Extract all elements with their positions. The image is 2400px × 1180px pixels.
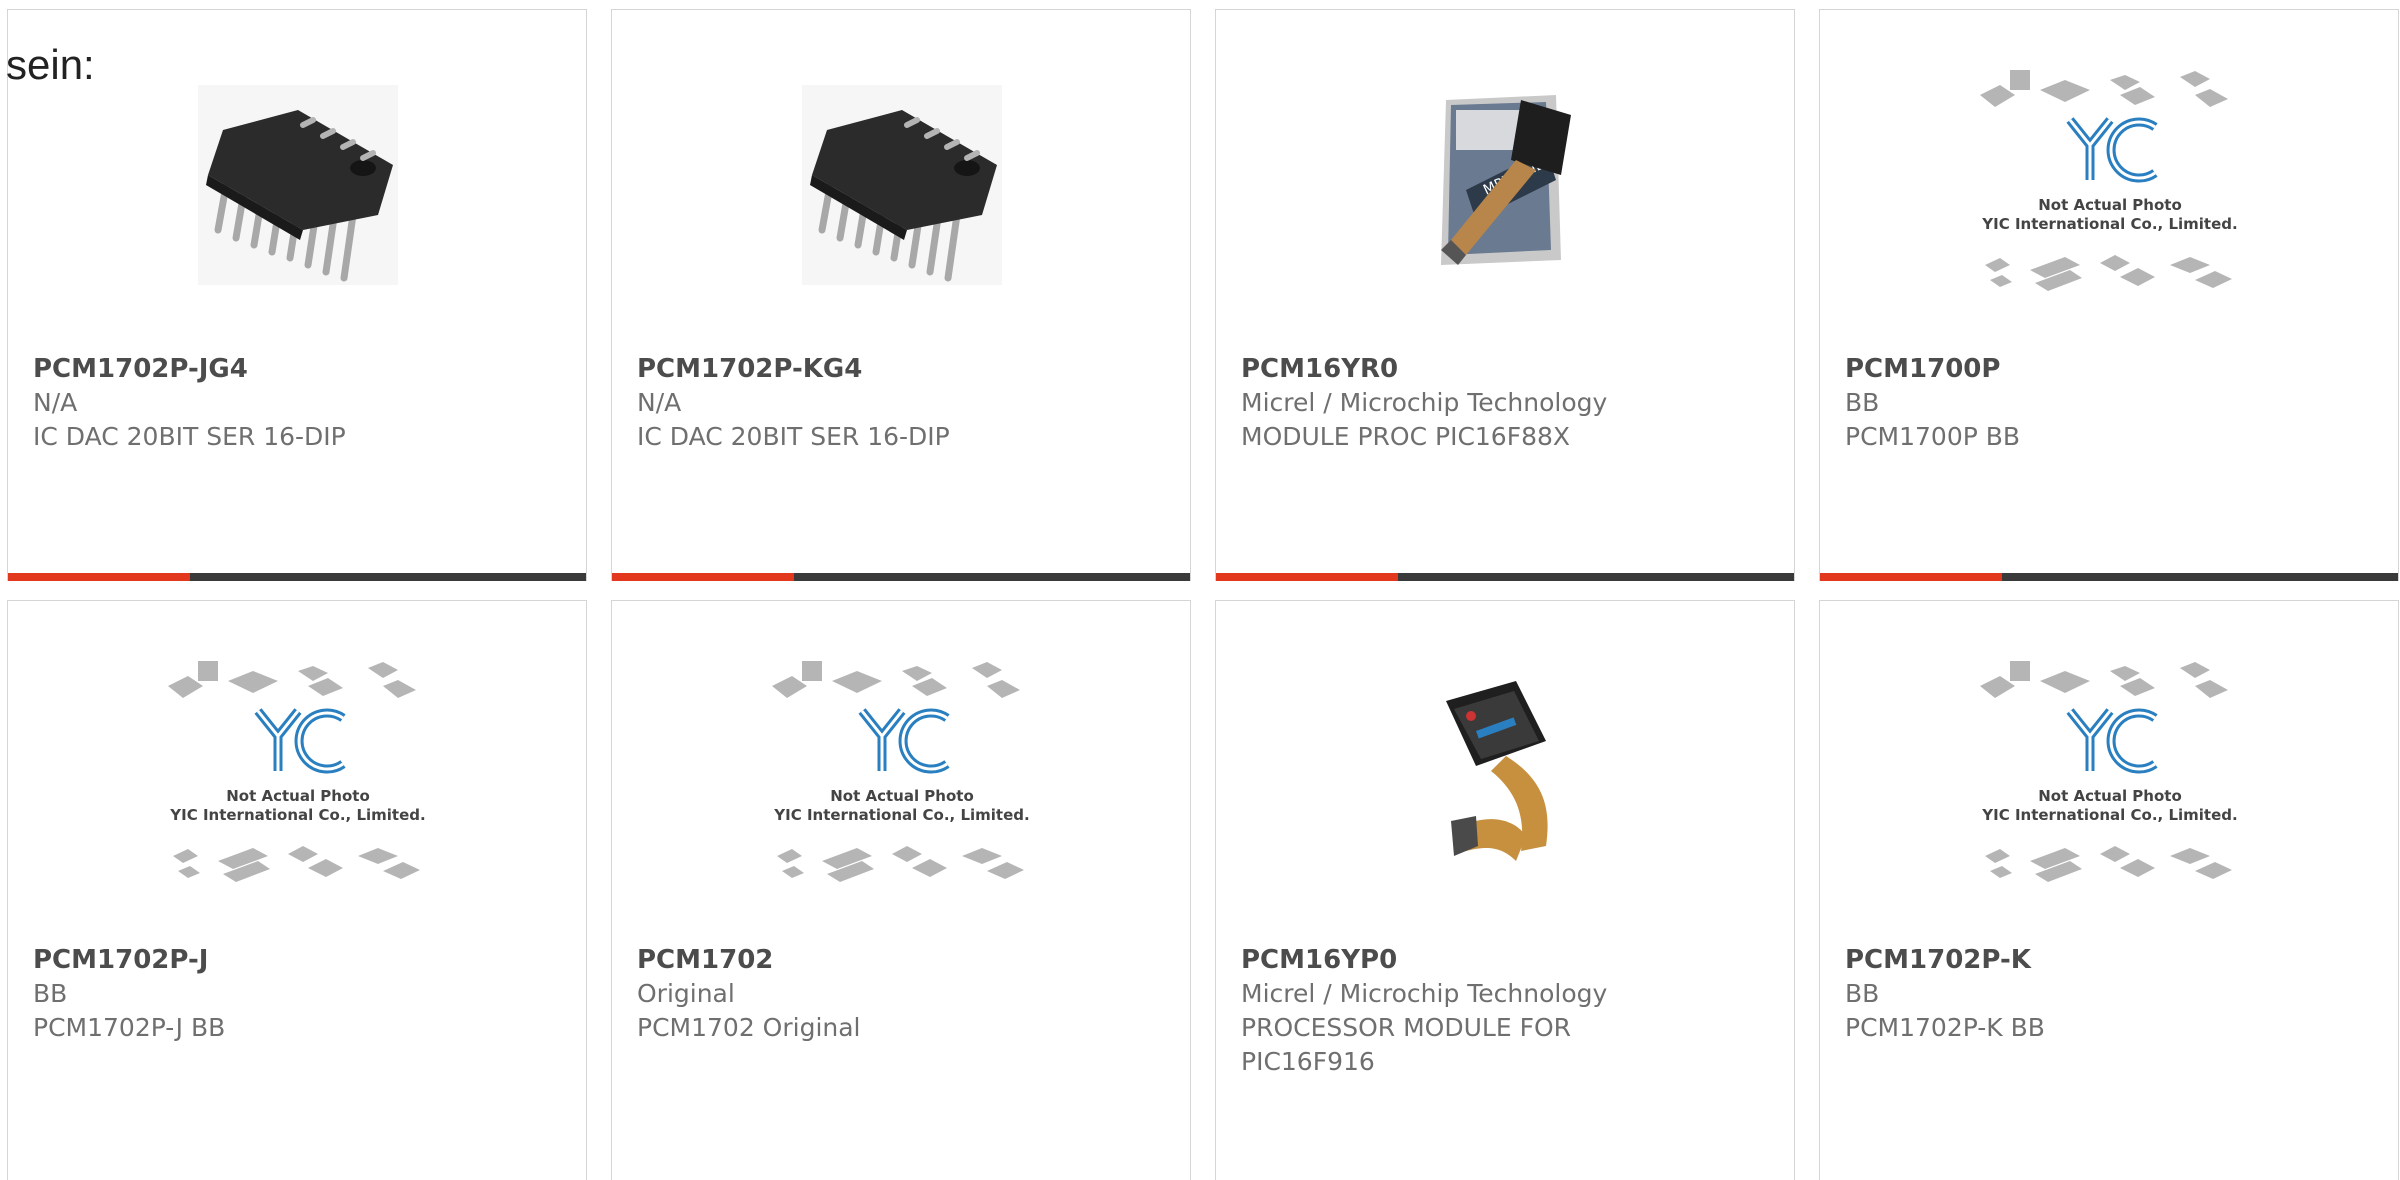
not-actual-photo-placeholder-icon: Not Actual Photo YIC International Co., … bbox=[1980, 70, 2238, 291]
product-info: PCM16YR0 Micrel / Microchip Technology M… bbox=[1241, 352, 1774, 454]
description: IC DAC 20BIT SER 16-DIP bbox=[637, 422, 950, 451]
manufacturer: Micrel / Microchip Technology bbox=[1241, 979, 1608, 1008]
product-image[interactable]: Not Actual Photo YIC International Co., … bbox=[1960, 661, 2260, 891]
svg-text:Not Actual Photo: Not Actual Photo bbox=[830, 787, 974, 805]
product-info: PCM16YP0 Micrel / Microchip Technology P… bbox=[1241, 943, 1774, 1079]
product-image[interactable]: Not Actual Photo YIC International Co., … bbox=[148, 661, 448, 891]
not-actual-photo-placeholder-icon: Not Actual Photo YIC International Co., … bbox=[772, 661, 1030, 882]
card-bar-accent bbox=[612, 573, 794, 581]
product-image[interactable]: MPLAB IDE bbox=[1356, 70, 1656, 300]
manufacturer: BB bbox=[33, 979, 68, 1008]
processor-module-icon bbox=[1446, 681, 1548, 861]
svg-text:YIC International Co., Limited: YIC International Co., Limited. bbox=[1981, 806, 2237, 824]
description: MODULE PROC PIC16F88X bbox=[1241, 422, 1571, 451]
manufacturer: Micrel / Microchip Technology bbox=[1241, 388, 1608, 417]
manufacturer: N/A bbox=[637, 388, 682, 417]
description: IC DAC 20BIT SER 16-DIP bbox=[33, 422, 346, 451]
product-image[interactable] bbox=[148, 70, 448, 300]
product-image[interactable]: Not Actual Photo YIC International Co., … bbox=[1960, 70, 2260, 300]
svg-text:YIC International Co., Limited: YIC International Co., Limited. bbox=[169, 806, 425, 824]
part-number[interactable]: PCM1702P-K bbox=[1845, 943, 2378, 977]
product-info: PCM1702P-K BB PCM1702P-K BB bbox=[1845, 943, 2378, 1045]
svg-text:YIC International Co., Limited: YIC International Co., Limited. bbox=[1981, 215, 2237, 233]
description: PCM1702P-K BB bbox=[1845, 1013, 2045, 1042]
description: PCM1702P-J BB bbox=[33, 1013, 226, 1042]
svg-text:Not Actual Photo: Not Actual Photo bbox=[2038, 787, 2182, 805]
part-number[interactable]: PCM1702P-JG4 bbox=[33, 352, 566, 386]
product-info: PCM1702P-KG4 N/A IC DAC 20BIT SER 16-DIP bbox=[637, 352, 1170, 454]
manufacturer: BB bbox=[1845, 979, 1880, 1008]
description: PCM1702 Original bbox=[637, 1013, 861, 1042]
part-number[interactable]: PCM16YP0 bbox=[1241, 943, 1774, 977]
product-info: PCM1702 Original PCM1702 Original bbox=[637, 943, 1170, 1045]
card-bar-accent bbox=[1216, 573, 1398, 581]
product-card[interactable]: PCM1702P-JG4 N/A IC DAC 20BIT SER 16-DIP bbox=[7, 9, 587, 581]
product-grid: PCM1702P-JG4 N/A IC DAC 20BIT SER 16-DIP bbox=[0, 0, 2400, 1180]
product-card[interactable]: PCM16YP0 Micrel / Microchip Technology P… bbox=[1215, 600, 1795, 1180]
manufacturer: BB bbox=[1845, 388, 1880, 417]
part-number[interactable]: PCM1702 bbox=[637, 943, 1170, 977]
product-card[interactable]: MPLAB IDE PCM16YR0 Micrel / Microchip Te… bbox=[1215, 9, 1795, 581]
card-bar-accent bbox=[8, 573, 190, 581]
product-info: PCM1702P-J BB PCM1702P-J BB bbox=[33, 943, 566, 1045]
product-image[interactable] bbox=[1356, 661, 1656, 891]
card-bottom-bar bbox=[8, 573, 586, 581]
part-number[interactable]: PCM1702P-KG4 bbox=[637, 352, 1170, 386]
card-bottom-bar bbox=[1216, 573, 1794, 581]
svg-text:YIC International Co., Limited: YIC International Co., Limited. bbox=[773, 806, 1029, 824]
card-bar-accent bbox=[1820, 573, 2002, 581]
dip-chip-icon bbox=[198, 85, 398, 285]
not-actual-photo-placeholder-icon: Not Actual Photo YIC International Co., … bbox=[168, 661, 426, 882]
product-image[interactable] bbox=[752, 70, 1052, 300]
intro-text: sein: bbox=[6, 41, 95, 88]
description: PROCESSOR MODULE FOR PIC16F916 bbox=[1241, 1013, 1572, 1076]
dip-chip-icon bbox=[802, 85, 1002, 285]
not-actual-photo-placeholder-icon: Not Actual Photo YIC International Co., … bbox=[1980, 661, 2238, 882]
product-card[interactable]: Not Actual Photo YIC International Co., … bbox=[1819, 9, 2399, 581]
svg-text:Not Actual Photo: Not Actual Photo bbox=[2038, 196, 2182, 214]
part-number[interactable]: PCM1702P-J bbox=[33, 943, 566, 977]
product-card[interactable]: PCM1702P-KG4 N/A IC DAC 20BIT SER 16-DIP bbox=[611, 9, 1191, 581]
product-card[interactable]: Not Actual Photo YIC International Co., … bbox=[7, 600, 587, 1180]
part-number[interactable]: PCM1700P bbox=[1845, 352, 2378, 386]
card-bottom-bar bbox=[612, 573, 1190, 581]
product-info: PCM1702P-JG4 N/A IC DAC 20BIT SER 16-DIP bbox=[33, 352, 566, 454]
part-number[interactable]: PCM16YR0 bbox=[1241, 352, 1774, 386]
product-image[interactable]: Not Actual Photo YIC International Co., … bbox=[752, 661, 1052, 891]
manufacturer: Original bbox=[637, 979, 735, 1008]
description: PCM1700P BB bbox=[1845, 422, 2021, 451]
product-card[interactable]: Not Actual Photo YIC International Co., … bbox=[1819, 600, 2399, 1180]
manufacturer: N/A bbox=[33, 388, 78, 417]
svg-text:Not Actual Photo: Not Actual Photo bbox=[226, 787, 370, 805]
card-bottom-bar bbox=[1820, 573, 2398, 581]
mplab-module-icon: MPLAB IDE bbox=[1441, 95, 1571, 265]
product-card[interactable]: Not Actual Photo YIC International Co., … bbox=[611, 600, 1191, 1180]
product-info: PCM1700P BB PCM1700P BB bbox=[1845, 352, 2378, 454]
